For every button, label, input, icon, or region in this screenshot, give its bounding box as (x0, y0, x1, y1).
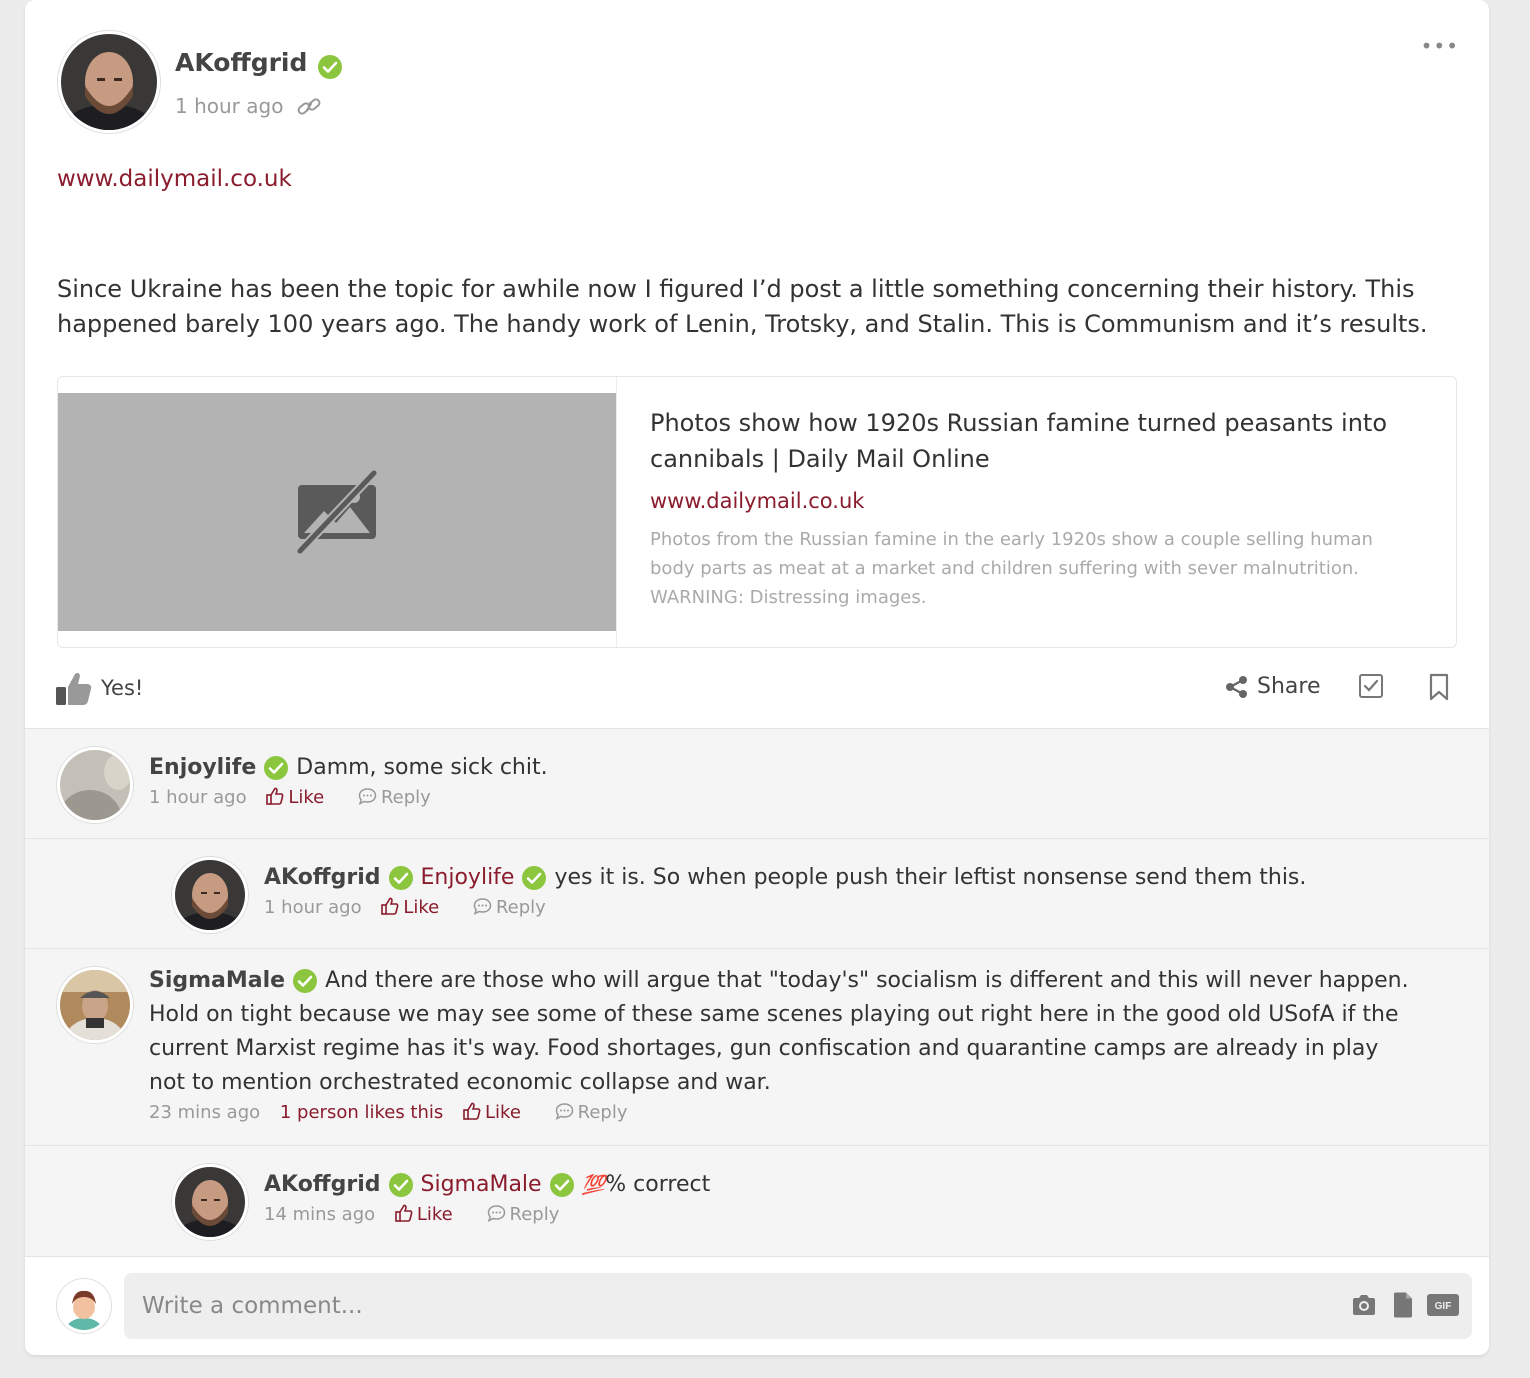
post-link[interactable]: www.dailymail.co.uk (57, 166, 292, 192)
reply-label: Reply (380, 787, 431, 808)
comment-body: SigmaMale And there are those who will a… (149, 964, 1419, 1123)
reply-label: Reply (509, 1204, 560, 1225)
thumbs-up-icon (56, 672, 92, 705)
post-card: ••• AKoffgrid 1 hour ago www.dailymail.c… (25, 0, 1489, 1355)
commenter-avatar[interactable] (57, 747, 133, 823)
reaction-button[interactable]: Yes! (55, 670, 143, 706)
share-label: Share (1257, 674, 1321, 699)
check-square-icon[interactable] (1358, 673, 1384, 699)
link-preview[interactable]: Photos show how 1920s Russian famine tur… (57, 376, 1457, 648)
reply-label: Reply (577, 1102, 628, 1123)
reply-button[interactable]: Reply (487, 1204, 574, 1225)
image-off-icon (296, 469, 378, 555)
comment-reply: AKoffgrid Enjoylife yes it is. So when p… (25, 838, 1489, 948)
like-label: Like (416, 1204, 453, 1225)
comment-author[interactable]: Enjoylife (149, 755, 256, 780)
preview-description: Photos from the Russian famine in the ea… (650, 529, 1373, 608)
share-button[interactable]: Share (1225, 674, 1321, 699)
comment-body: AKoffgrid SigmaMale 💯% correct 14 mins a… (264, 1168, 1464, 1225)
reply-label: Reply (495, 897, 546, 918)
comment-text: And there are those who will argue that … (149, 968, 1409, 1095)
comment-mention[interactable]: Enjoylife (421, 865, 515, 890)
comment-time[interactable]: 1 hour ago (149, 787, 247, 808)
share-icon (1226, 675, 1247, 698)
like-label: Like (288, 787, 325, 808)
verified-icon (293, 969, 318, 993)
post-actions: Yes! Share (25, 660, 1489, 728)
likes-count[interactable]: 1 person likes this (280, 1102, 443, 1123)
reply-button[interactable]: Reply (473, 897, 560, 918)
like-button[interactable]: Like (463, 1102, 535, 1123)
reply-bubble-icon (358, 788, 377, 805)
like-button[interactable]: Like (381, 897, 453, 918)
commenter-avatar[interactable] (57, 967, 133, 1043)
comment-author[interactable]: SigmaMale (149, 968, 285, 993)
camera-icon[interactable] (1351, 1294, 1377, 1316)
commenter-avatar[interactable] (172, 1164, 248, 1240)
thumb-like-icon (463, 1102, 481, 1120)
like-label: Like (403, 897, 440, 918)
like-button[interactable]: Like (266, 787, 338, 808)
preview-title[interactable]: Photos show how 1920s Russian famine tur… (650, 405, 1420, 477)
comment-composer: GIF (25, 1256, 1489, 1355)
post-header: AKoffgrid 1 hour ago (58, 31, 342, 133)
comment-author[interactable]: AKoffgrid (264, 1172, 381, 1197)
comment-text: yes it is. So when people push their lef… (554, 865, 1307, 890)
file-icon[interactable] (1393, 1292, 1413, 1318)
comment-body: Enjoylife Damm, some sick chit. 1 hour a… (149, 751, 1449, 808)
comment-time[interactable]: 1 hour ago (264, 897, 362, 918)
verified-icon (264, 756, 289, 780)
reaction-label: Yes! (101, 676, 144, 700)
comment-text: % correct (605, 1172, 711, 1197)
verified-icon (522, 866, 547, 890)
author-info: AKoffgrid 1 hour ago (175, 48, 343, 118)
author-avatar[interactable] (58, 31, 160, 133)
like-button[interactable]: Like (395, 1204, 467, 1225)
bookmark-icon[interactable] (1428, 673, 1450, 701)
reply-button[interactable]: Reply (555, 1102, 642, 1123)
comment-reply: AKoffgrid SigmaMale 💯% correct 14 mins a… (25, 1145, 1489, 1257)
preview-text: Photos show how 1920s Russian famine tur… (650, 405, 1420, 612)
comment-time[interactable]: 23 mins ago (149, 1102, 260, 1123)
reply-bubble-icon (473, 898, 492, 915)
current-user-avatar[interactable] (57, 1279, 111, 1333)
verified-icon (317, 54, 342, 79)
comment-time[interactable]: 14 mins ago (264, 1204, 375, 1225)
comment-author[interactable]: AKoffgrid (264, 865, 381, 890)
comment: SigmaMale And there are those who will a… (25, 948, 1489, 1145)
commenter-avatar[interactable] (172, 857, 248, 933)
link-icon[interactable] (296, 96, 322, 118)
comment-mention[interactable]: SigmaMale (421, 1172, 542, 1197)
post-time[interactable]: 1 hour ago (175, 94, 283, 118)
hundred-emoji: 💯 (581, 1174, 606, 1196)
gif-icon[interactable]: GIF (1427, 1294, 1459, 1316)
preview-image-placeholder (58, 393, 616, 631)
more-icon[interactable]: ••• (1421, 34, 1459, 58)
preview-site[interactable]: www.dailymail.co.uk (650, 489, 1420, 513)
thumb-like-icon (266, 787, 284, 805)
comment: Enjoylife Damm, some sick chit. 1 hour a… (25, 728, 1489, 838)
author-name[interactable]: AKoffgrid (175, 48, 307, 77)
verified-icon (388, 1173, 413, 1197)
reply-bubble-icon (555, 1103, 573, 1120)
post-text: Since Ukraine has been the topic for awh… (57, 275, 1428, 338)
like-label: Like (485, 1102, 521, 1123)
reply-button[interactable]: Reply (358, 787, 445, 808)
reply-bubble-icon (487, 1205, 505, 1222)
verified-icon (549, 1173, 574, 1197)
comment-text: Damm, some sick chit. (296, 755, 548, 780)
comment-input[interactable] (124, 1273, 1472, 1339)
svg-text:GIF: GIF (1435, 1301, 1452, 1312)
comment-body: AKoffgrid Enjoylife yes it is. So when p… (264, 861, 1464, 918)
verified-icon (388, 866, 413, 890)
preview-divider (616, 377, 617, 647)
thumb-like-icon (395, 1204, 413, 1222)
comments-section: Enjoylife Damm, some sick chit. 1 hour a… (25, 728, 1489, 1257)
thumb-like-icon (381, 897, 399, 915)
